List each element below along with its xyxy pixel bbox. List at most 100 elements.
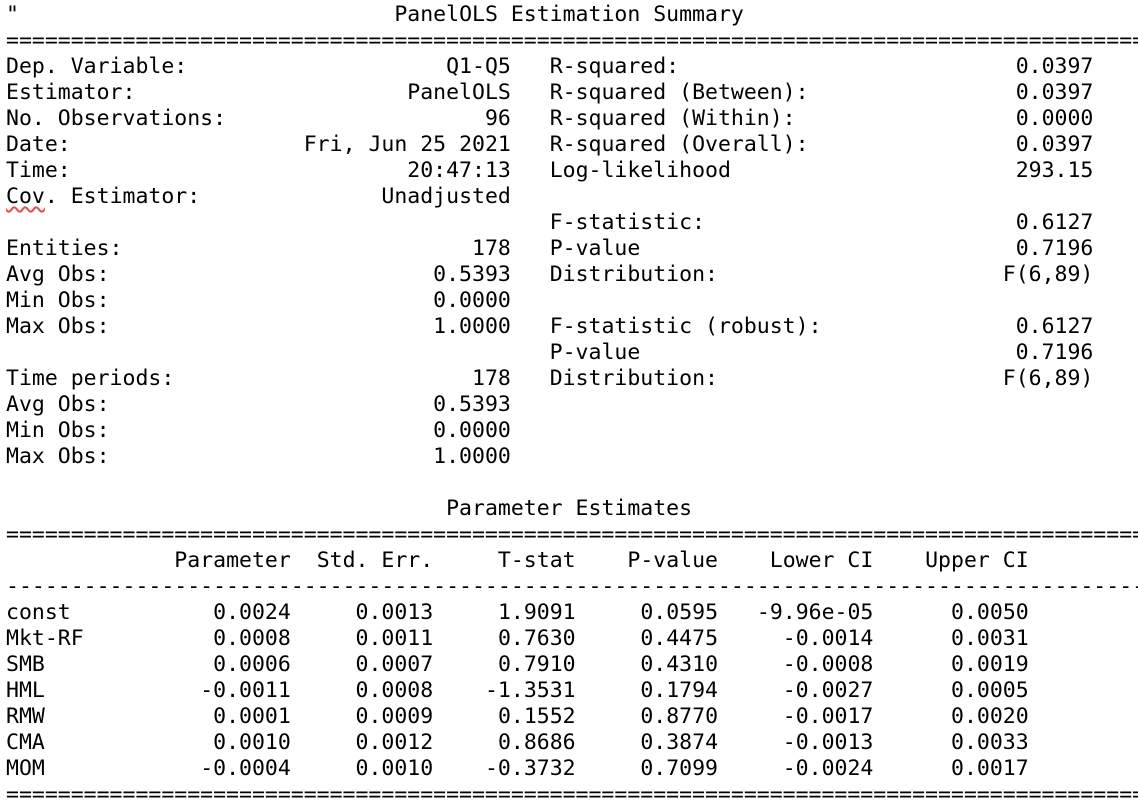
summary-value: PanelOLS (407, 80, 511, 105)
summary-value: 178 (472, 366, 511, 391)
table-row: Mkt-RF 0.0008 0.0011 0.7630 0.4475 -0.00… (6, 626, 1029, 652)
summary-value: 0.7196 (1015, 236, 1094, 261)
params-header-rule: ----------------------------------------… (6, 574, 1138, 600)
column-header: Std. Err. (316, 548, 434, 573)
double-rule: ========================================… (6, 28, 1138, 53)
summary-value: 0.0397 (1015, 132, 1094, 157)
row-label: SMB (6, 652, 45, 677)
params-header: Parameter Std. Err. T-stat P-value Lower… (6, 548, 1028, 574)
table-cell: 0.8686 (497, 730, 576, 755)
summary-row: Time periods: 178 Distribution: F(6,89) (6, 366, 1093, 392)
row-label: const (6, 600, 71, 625)
table-cell: 0.0006 (213, 652, 291, 677)
summary-value: F(6,89) (1002, 366, 1094, 391)
table-cell: -0.0011 (200, 678, 291, 703)
summary-row: Dep. Variable: Q1-Q5 R-squared: 0.0397 (6, 54, 1093, 80)
table-row: MOM -0.0004 0.0010 -0.3732 0.7099 -0.002… (6, 756, 1029, 782)
table-cell: 0.7099 (640, 756, 718, 781)
summary-row: Estimator: PanelOLS R-squared (Between):… (6, 80, 1093, 106)
summary-title: PanelOLS Estimation Summary (394, 2, 744, 27)
table-cell: -0.0013 (782, 730, 874, 755)
summary-value: 178 (472, 236, 511, 261)
table-cell: 0.0008 (355, 678, 434, 703)
table-cell: 0.0009 (355, 704, 434, 729)
summary-row: Max Obs: 1.0000 (6, 444, 511, 470)
summary-label: R-squared (Between): (549, 80, 809, 105)
row-label: MOM (6, 756, 45, 781)
summary-title-line: " PanelOLS Estimation Summary (6, 2, 744, 28)
params-title: Parameter Estimates (446, 496, 693, 521)
summary-label: P-value (549, 340, 641, 365)
summary-value: 0.5393 (433, 262, 511, 287)
summary-value: Unadjusted (381, 184, 511, 209)
table-cell: 0.0024 (213, 600, 291, 625)
double-rule: ========================================… (6, 522, 1138, 547)
single-rule: ----------------------------------------… (6, 574, 1138, 599)
summary-row: Max Obs: 1.0000 F-statistic (robust): 0.… (6, 314, 1093, 340)
summary-label: Max Obs: (6, 444, 110, 469)
table-cell: 0.0031 (951, 626, 1029, 651)
summary-label: Time: (6, 158, 71, 183)
summary-row: Min Obs: 0.0000 (6, 288, 511, 314)
table-cell: 0.7910 (497, 652, 576, 677)
summary-label: Min Obs: (6, 418, 110, 443)
table-row: CMA 0.0010 0.0012 0.8686 0.3874 -0.0013 … (6, 730, 1029, 756)
summary-label: Max Obs: (6, 314, 110, 339)
summary-label: Estimator: (6, 80, 136, 105)
table-cell: -0.0027 (782, 678, 874, 703)
table-cell: 1.9091 (497, 600, 576, 625)
table-cell: 0.0008 (213, 626, 291, 651)
summary-label: Dep. Variable: (6, 54, 188, 79)
table-cell: 0.0019 (951, 652, 1029, 677)
summary-row: P-value 0.7196 (6, 340, 1094, 366)
column-header: P-value (627, 548, 718, 573)
table-cell: 0.0017 (951, 756, 1029, 781)
summary-value: 1.0000 (433, 444, 511, 469)
summary-row: Time: 20:47:13 Log-likelihood 293.15 (6, 158, 1093, 184)
row-label: HML (6, 678, 45, 703)
summary-value: F(6,89) (1002, 262, 1094, 287)
table-cell: 0.8770 (640, 704, 719, 729)
summary-row: Min Obs: 0.0000 (6, 418, 511, 444)
summary-label: Distribution: (549, 262, 718, 287)
summary-row: Entities: 178 P-value 0.7196 (6, 236, 1093, 262)
params-bottom-rule: ========================================… (6, 782, 1138, 808)
